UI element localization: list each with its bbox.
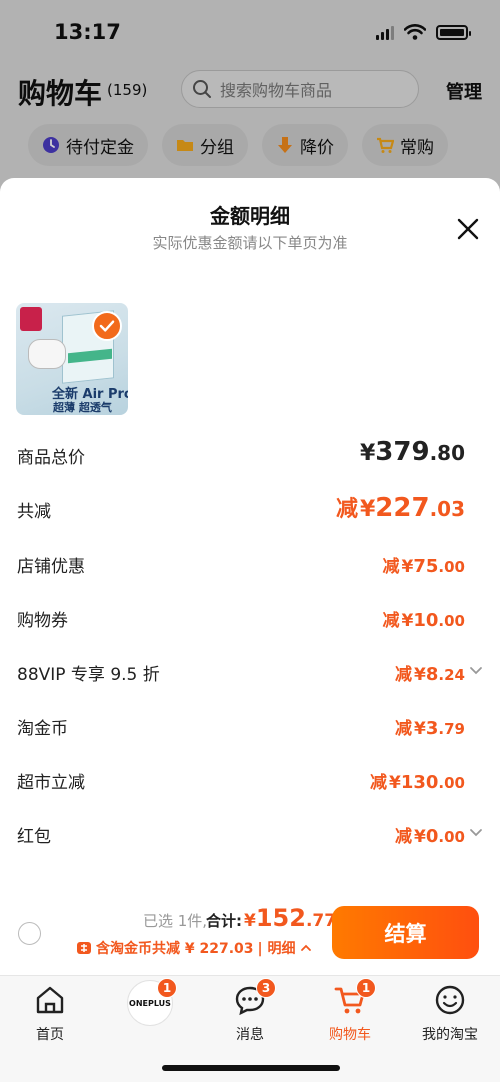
- checkout-bar: 已选 1件, 合计: ¥ 152 .77 含淘金币共减 ¥ 227.03 | 明…: [0, 898, 500, 975]
- total-label: 合计:: [206, 912, 242, 930]
- amount-row: 淘金币 减 ¥3.79: [0, 710, 500, 740]
- amount-row-label: 共减: [17, 502, 51, 522]
- amount-row-value: ¥379.80: [358, 437, 465, 467]
- tab-cart[interactable]: 1 购物车: [305, 978, 395, 1044]
- tab-badge: 1: [356, 978, 376, 998]
- amount-prefix: 减: [395, 665, 413, 685]
- amount-prefix: 减: [335, 497, 358, 522]
- chevron-down-icon[interactable]: [469, 664, 483, 678]
- tab-profile[interactable]: 我的淘宝: [405, 984, 495, 1044]
- amount-prefix: 减: [395, 719, 413, 739]
- amount-dec: .24: [438, 666, 465, 684]
- store-logo-icon: [20, 307, 42, 331]
- amount-int: 8: [425, 664, 439, 685]
- chevron-down-icon[interactable]: [469, 826, 483, 840]
- total-amount: ¥ 152 .77: [244, 904, 336, 932]
- amount-int: 227: [375, 493, 430, 523]
- amount-row: 超市立减 减 ¥130.00: [0, 764, 500, 794]
- amount-row[interactable]: 88VIP 专享 9.5 折 减 ¥8.24: [0, 656, 500, 686]
- tab-store-avatar[interactable]: ONEPLUS 1: [105, 978, 195, 1026]
- coin-discount-line[interactable]: 含淘金币共减 ¥ 227.03 | 明细: [76, 938, 312, 958]
- amount-row-value: 减 ¥75.00: [383, 552, 465, 577]
- amount-prefix: 减: [382, 557, 400, 577]
- amount-int: 3: [425, 718, 439, 739]
- tab-label: 我的淘宝: [422, 1027, 478, 1043]
- amount-row-value: 减 ¥8.24: [395, 660, 465, 685]
- amount-yen: ¥: [389, 773, 401, 793]
- amount-int: 0: [425, 826, 439, 847]
- amount-dec: .03: [429, 497, 465, 521]
- amount-dec: .00: [438, 558, 465, 576]
- sheet-subtitle: 实际优惠金额请以下单页为准: [152, 234, 348, 252]
- amount-row: 购物券 减 ¥10.00: [0, 602, 500, 632]
- tab-label: 首页: [36, 1027, 64, 1043]
- amount-dec: .00: [438, 612, 465, 630]
- amount-row-label: 超市立减: [17, 773, 85, 793]
- amount-row-label: 淘金币: [17, 719, 68, 739]
- tab-badge: 3: [256, 978, 276, 998]
- amount-prefix: 减: [395, 827, 413, 847]
- amount-row-value: 减 ¥130.00: [370, 768, 465, 793]
- detail-toggle[interactable]: | 明细: [258, 938, 296, 958]
- amount-row: 共减 减 ¥227.03: [0, 493, 500, 523]
- sheet-title: 金额明细: [210, 204, 290, 228]
- amount-prefix: 减: [370, 773, 387, 793]
- amount-row: 店铺优惠 减 ¥75.00: [0, 548, 500, 578]
- checkmark-icon: [92, 311, 122, 341]
- tab-messages[interactable]: 3 消息: [205, 978, 295, 1044]
- amount-yen: ¥: [401, 557, 414, 577]
- amount-row[interactable]: 红包 减 ¥0.00: [0, 818, 500, 848]
- tab-badge: 1: [157, 978, 177, 998]
- amount-prefix: 减: [382, 611, 400, 631]
- amount-row-label: 红包: [17, 827, 51, 847]
- amount-row-value: 减 ¥10.00: [383, 606, 465, 631]
- amount-int: 379: [375, 437, 430, 467]
- coin-icon: [77, 942, 91, 954]
- home-icon: [36, 986, 64, 1014]
- selected-count: 已选 1件,: [143, 912, 208, 930]
- amount-yen: ¥: [414, 665, 426, 685]
- amount-yen: ¥: [359, 497, 376, 522]
- chevron-up-icon: [300, 944, 311, 951]
- amount-row-value: 减 ¥0.00: [395, 822, 465, 847]
- profile-icon: [435, 985, 465, 1015]
- amount-yen: ¥: [414, 827, 426, 847]
- tab-label: 消息: [236, 1027, 264, 1043]
- amount-dec: .80: [429, 441, 465, 465]
- amount-row-label: 88VIP 专享 9.5 折: [17, 665, 160, 685]
- amount-yen: ¥: [359, 441, 376, 466]
- amount-dec: .00: [438, 774, 465, 792]
- amount-row-label: 商品总价: [17, 448, 85, 468]
- coin-discount-text: 含淘金币共减 ¥ 227.03: [96, 941, 254, 957]
- total-yen: ¥: [244, 911, 256, 931]
- earbuds-case-image: [28, 339, 66, 369]
- select-all-checkbox[interactable]: [18, 922, 41, 945]
- amount-dec: .00: [438, 828, 465, 846]
- amount-yen: ¥: [414, 719, 426, 739]
- amount-row-value: 减 ¥227.03: [336, 491, 465, 523]
- total-integer: 152: [255, 904, 306, 932]
- amount-row: 商品总价 ¥379.80: [0, 437, 500, 469]
- checkout-button[interactable]: 结算: [332, 906, 479, 959]
- amount-yen: ¥: [401, 611, 414, 631]
- amount-row-label: 店铺优惠: [17, 557, 85, 577]
- home-indicator: [162, 1065, 340, 1071]
- close-icon[interactable]: [455, 216, 481, 242]
- amount-int: 10: [413, 610, 439, 631]
- amount-row-value: 减 ¥3.79: [395, 714, 465, 739]
- amount-int: 130: [400, 772, 439, 793]
- amount-dec: .79: [438, 720, 465, 738]
- product-image-subtext: 超薄 超透气: [53, 401, 112, 414]
- amount-detail-sheet: 金额明细 实际优惠金额请以下单页为准 全新 Air Pro 超薄 超透气 商品总…: [0, 178, 500, 975]
- amount-row-label: 购物券: [17, 611, 68, 631]
- tab-label: 购物车: [329, 1027, 371, 1043]
- product-thumbnail[interactable]: 全新 Air Pro 超薄 超透气: [16, 303, 128, 415]
- amount-int: 75: [413, 556, 439, 577]
- tab-home[interactable]: 首页: [5, 984, 95, 1044]
